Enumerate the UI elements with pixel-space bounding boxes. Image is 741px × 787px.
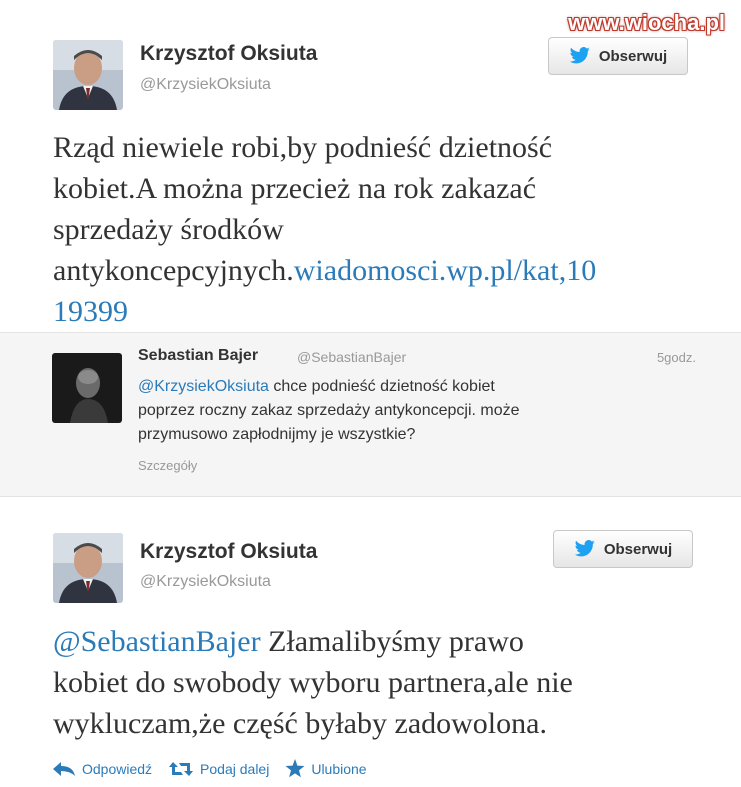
favorite-action[interactable]: Ulubione — [285, 759, 367, 778]
twitter-bird-icon — [574, 540, 595, 557]
author-avatar[interactable] — [53, 40, 123, 110]
tweet-text-line: 19399 — [53, 291, 713, 332]
tweet-text-line: antykoncepcyjnych.wiadomosci.wp.pl/kat,1… — [53, 250, 713, 291]
author-handle[interactable]: @KrzysiekOksiuta — [140, 76, 271, 94]
reply-text-line: poprzez roczny zakaz sprzedaży antykonce… — [138, 402, 520, 419]
retweet-icon — [169, 761, 194, 776]
reply-arrow-icon — [53, 761, 75, 776]
reply-action-label: Odpowiedź — [82, 760, 153, 777]
tweet-response: Krzysztof Oksiuta @KrzysiekOksiuta Obser… — [0, 497, 741, 787]
follow-button[interactable]: Obserwuj — [553, 530, 693, 568]
tweet-link[interactable]: wiadomosci.wp.pl/kat,10 — [294, 254, 596, 287]
tweet-text-line: kobiet do swobody wyboru partnera,ale ni… — [53, 666, 573, 699]
follow-button[interactable]: Obserwuj — [548, 37, 688, 75]
reply-text-rest: chce podnieść dzietność kobiet — [268, 378, 495, 395]
follow-label: Obserwuj — [603, 540, 673, 558]
author-name[interactable]: Krzysztof Oksiuta — [140, 42, 317, 66]
author-avatar[interactable] — [53, 533, 123, 603]
tweet-text-plain: antykoncepcyjnych. — [53, 254, 294, 287]
details-link[interactable]: Szczegóły — [138, 458, 197, 473]
tweet-text-rest: Złamalibyśmy prawo — [260, 625, 524, 658]
reply-author-name[interactable]: Sebastian Bajer — [138, 347, 258, 365]
reply-mention[interactable]: @KrzysiekOksiuta — [138, 378, 269, 395]
reply-action[interactable]: Odpowiedź — [52, 761, 152, 777]
tweet-text: @SebastianBajer Złamalibyśmy prawo kobie… — [53, 621, 713, 744]
tweet-link-continued[interactable]: 19399 — [53, 295, 128, 328]
author-name[interactable]: Krzysztof Oksiuta — [140, 540, 317, 564]
reply-author-handle[interactable]: @SebastianBajer — [297, 349, 406, 365]
reply-avatar[interactable] — [52, 353, 122, 423]
tweet-text-line: wykluczam,że część byłaby zadowolona. — [53, 707, 547, 740]
tweet-mention[interactable]: @SebastianBajer — [53, 625, 261, 658]
retweet-action-label: Podaj dalej — [200, 760, 270, 777]
tweet-actions: Odpowiedź Podaj dalej Ulubione — [52, 759, 383, 778]
tweet-text-line: Rząd niewiele robi,by podnieść dzietność — [53, 131, 553, 164]
reply-text-line: przymusowo zapłodnijmy je wszystkie? — [138, 426, 416, 443]
reply-tweet: Sebastian Bajer @SebastianBajer 5godz. @… — [0, 332, 741, 497]
tweet-original: Krzysztof Oksiuta @KrzysiekOksiuta Obser… — [0, 0, 741, 330]
retweet-action[interactable]: Podaj dalej — [168, 760, 269, 778]
tweet-text-line: kobiet.A można przecież na rok zakazać — [53, 172, 537, 205]
star-icon — [285, 759, 305, 778]
follow-label: Obserwuj — [598, 47, 668, 65]
tweet-text: Rząd niewiele robi,by podnieść dzietność… — [53, 127, 713, 332]
author-handle[interactable]: @KrzysiekOksiuta — [140, 573, 271, 591]
reply-text: @KrzysiekOksiuta chce podnieść dzietność… — [138, 375, 608, 447]
favorite-action-label: Ulubione — [311, 760, 367, 777]
twitter-bird-icon — [569, 47, 590, 64]
reply-timestamp[interactable]: 5godz. — [657, 350, 696, 365]
tweet-text-line: sprzedaży środków — [53, 213, 284, 246]
